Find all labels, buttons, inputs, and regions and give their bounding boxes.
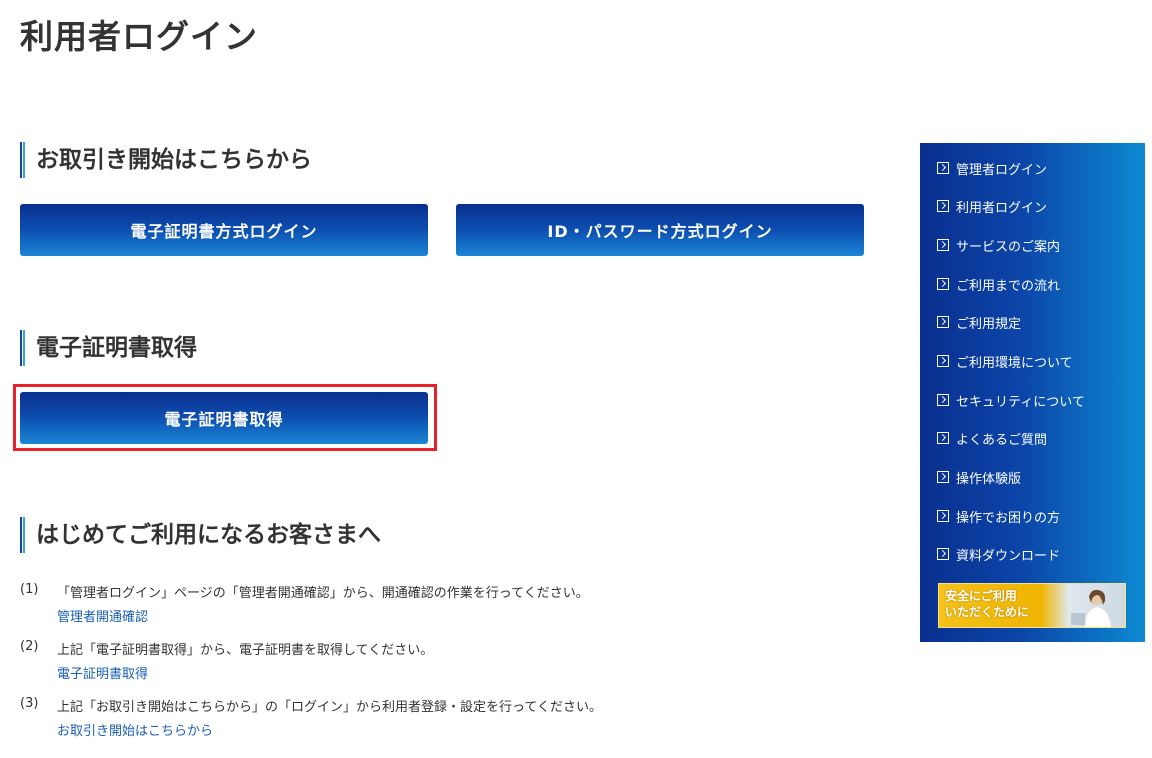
sidebar-item-faq[interactable]: よくあるご質問 (937, 428, 1047, 448)
sidebar-item-demo[interactable]: 操作体験版 (937, 467, 1021, 487)
page-title: 利用者ログイン (20, 17, 258, 56)
sidebar-item-admin-login[interactable]: 管理者ログイン (937, 158, 1047, 178)
sidebar-item-flow[interactable]: ご利用までの流れ (937, 274, 1060, 294)
section-heading-start-text: お取引き開始はこちらから (36, 147, 312, 173)
sidebar-item-help[interactable]: 操作でお困りの方 (937, 506, 1060, 526)
sidebar-item-label: サービスのご案内 (956, 239, 1061, 255)
step-text: 上記「電子証明書取得」から、電子証明書を取得してください。 (57, 643, 434, 658)
admin-activation-link[interactable]: 管理者開通確認 (57, 606, 148, 625)
sidebar-item-label: ご利用までの流れ (956, 278, 1061, 294)
section-heading-start: お取引き開始はこちらから (20, 142, 312, 178)
arrow-right-square-icon (937, 355, 949, 367)
first-time-steps: (1) 「管理者ログイン」ページの「管理者開通確認」から、開通確認の作業を行って… (20, 582, 880, 753)
sidebar-item-user-login[interactable]: 利用者ログイン (937, 196, 1047, 216)
arrow-right-square-icon (937, 278, 949, 290)
arrow-right-square-icon (937, 316, 949, 328)
sidebar-item-terms[interactable]: ご利用規定 (937, 312, 1021, 332)
safety-banner-text: 安全にご利用 いただくために (945, 589, 1030, 619)
sidebar-item-label: ご利用環境について (956, 355, 1073, 371)
heading-accent-bar (20, 330, 25, 366)
cert-login-button[interactable]: 電子証明書方式ログイン (20, 204, 428, 256)
arrow-right-square-icon (937, 394, 949, 406)
safety-banner[interactable]: 安全にご利用 いただくために (938, 583, 1126, 628)
woman-at-computer-icon (1071, 589, 1111, 627)
sidebar-nav: 管理者ログイン 利用者ログイン サービスのご案内 ご利用までの流れ ご利用規定 … (920, 143, 1145, 642)
step-text: 上記「お取引き開始はこちらから」の「ログイン」から利用者登録・設定を行ってくださ… (57, 700, 602, 715)
arrow-right-square-icon (937, 239, 949, 251)
cert-acquire-button[interactable]: 電子証明書取得 (20, 392, 428, 444)
sidebar-item-label: よくあるご質問 (956, 432, 1048, 448)
sidebar-item-label: 資料ダウンロード (956, 548, 1061, 564)
sidebar-item-label: 管理者ログイン (956, 162, 1048, 178)
sidebar-item-security[interactable]: セキュリティについて (937, 390, 1085, 410)
arrow-right-square-icon (937, 510, 949, 522)
sidebar-item-label: 操作でお困りの方 (956, 510, 1061, 526)
sidebar-item-label: セキュリティについて (956, 394, 1085, 410)
step-number: (2) (20, 639, 39, 654)
step-number: (3) (20, 696, 39, 711)
cert-acquire-link[interactable]: 電子証明書取得 (57, 663, 148, 682)
arrow-right-square-icon (937, 200, 949, 212)
section-heading-cert: 電子証明書取得 (20, 330, 197, 366)
arrow-right-square-icon (937, 432, 949, 444)
arrow-right-square-icon (937, 548, 949, 560)
step-number: (1) (20, 582, 39, 597)
section-heading-first: はじめてご利用になるお客さまへ (20, 517, 381, 553)
page: 利用者ログイン お取引き開始はこちらから 電子証明書方式ログイン ID・パスワー… (0, 0, 1152, 758)
sidebar-item-label: 利用者ログイン (956, 200, 1048, 216)
step-item: (1) 「管理者ログイン」ページの「管理者開通確認」から、開通確認の作業を行って… (20, 582, 880, 639)
section-heading-cert-text: 電子証明書取得 (36, 335, 197, 361)
step-item: (2) 上記「電子証明書取得」から、電子証明書を取得してください。 電子証明書取… (20, 639, 880, 696)
arrow-right-square-icon (937, 471, 949, 483)
section-heading-first-text: はじめてご利用になるお客さまへ (36, 522, 381, 548)
id-password-login-button[interactable]: ID・パスワード方式ログイン (456, 204, 864, 256)
sidebar-item-service-guide[interactable]: サービスのご案内 (937, 235, 1060, 255)
sidebar-item-label: ご利用規定 (956, 316, 1022, 332)
arrow-right-square-icon (937, 162, 949, 174)
sidebar-item-environment[interactable]: ご利用環境について (937, 351, 1073, 371)
sidebar-item-label: 操作体験版 (956, 471, 1022, 487)
step-text: 「管理者ログイン」ページの「管理者開通確認」から、開通確認の作業を行ってください… (57, 586, 589, 601)
heading-accent-bar (20, 517, 25, 553)
step-item: (3) 上記「お取引き開始はこちらから」の「ログイン」から利用者登録・設定を行っ… (20, 696, 880, 753)
sidebar-item-downloads[interactable]: 資料ダウンロード (937, 544, 1060, 564)
start-transactions-link[interactable]: お取引き開始はこちらから (57, 720, 213, 739)
heading-accent-bar (20, 142, 25, 178)
